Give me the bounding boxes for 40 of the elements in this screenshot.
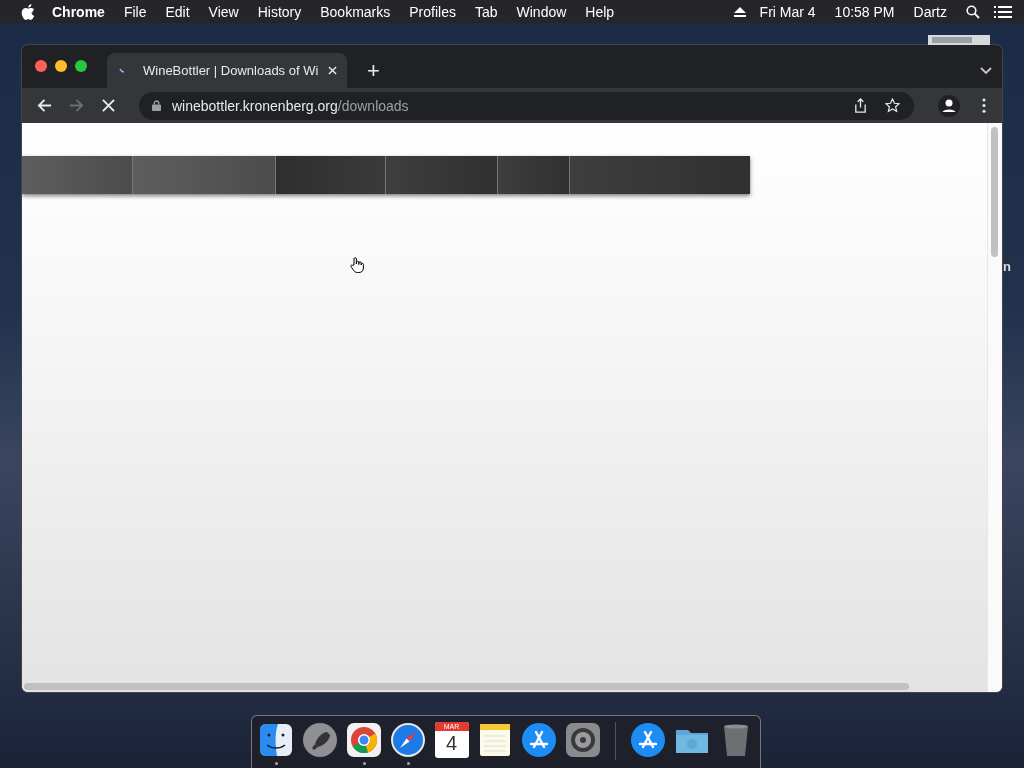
user-name[interactable]: Dartz bbox=[913, 3, 947, 20]
menu-icon[interactable] bbox=[982, 98, 986, 113]
browser-tab[interactable]: WineBottler | Downloads of Wi bbox=[107, 53, 347, 88]
menu-item[interactable]: Edit bbox=[165, 3, 190, 20]
address-bar[interactable]: winebottler.kronenberg.org/downloads bbox=[139, 91, 914, 120]
new-tab-button[interactable]: + bbox=[367, 60, 380, 82]
eject-icon[interactable] bbox=[733, 6, 746, 17]
minimize-button[interactable] bbox=[55, 59, 67, 72]
star-icon[interactable] bbox=[885, 98, 900, 113]
search-icon[interactable] bbox=[966, 4, 980, 19]
compass-icon[interactable] bbox=[390, 722, 426, 758]
menu-item[interactable]: File bbox=[123, 3, 147, 20]
menu-clock[interactable]: 10:58 PM bbox=[834, 3, 895, 20]
menu-item[interactable]: Tab bbox=[474, 3, 498, 20]
app-store-icon[interactable] bbox=[521, 722, 558, 758]
zoom-button[interactable] bbox=[75, 59, 87, 72]
menu-item[interactable]: Profiles bbox=[409, 3, 456, 20]
chrome-icon[interactable] bbox=[346, 722, 382, 758]
list-icon[interactable] bbox=[994, 5, 1012, 18]
menu-item[interactable]: Bookmarks bbox=[320, 3, 391, 20]
app-menu[interactable]: Chrome bbox=[52, 3, 105, 20]
menu-item[interactable]: View bbox=[208, 3, 239, 20]
desktop-icon-label: n bbox=[1003, 259, 1011, 274]
close-icon[interactable] bbox=[328, 66, 337, 75]
share-icon[interactable] bbox=[853, 98, 868, 113]
back-icon[interactable] bbox=[37, 98, 52, 113]
stop-icon[interactable] bbox=[101, 98, 116, 113]
menu-item[interactable]: History bbox=[257, 3, 302, 20]
finder-icon[interactable] bbox=[258, 722, 294, 758]
app-store-icon[interactable] bbox=[630, 722, 666, 758]
apple-icon[interactable] bbox=[21, 3, 35, 20]
menu-item[interactable]: Window bbox=[516, 3, 567, 20]
vertical-scrollbar[interactable] bbox=[987, 123, 1002, 692]
chevron-down-icon[interactable] bbox=[980, 67, 992, 75]
close-button[interactable] bbox=[35, 59, 47, 72]
hand-cursor-icon bbox=[350, 257, 364, 273]
lock-icon bbox=[152, 100, 161, 111]
menu-date[interactable]: Fri Mar 4 bbox=[759, 3, 816, 20]
profile-icon[interactable] bbox=[938, 94, 960, 117]
menu-item[interactable]: Help bbox=[585, 3, 615, 20]
